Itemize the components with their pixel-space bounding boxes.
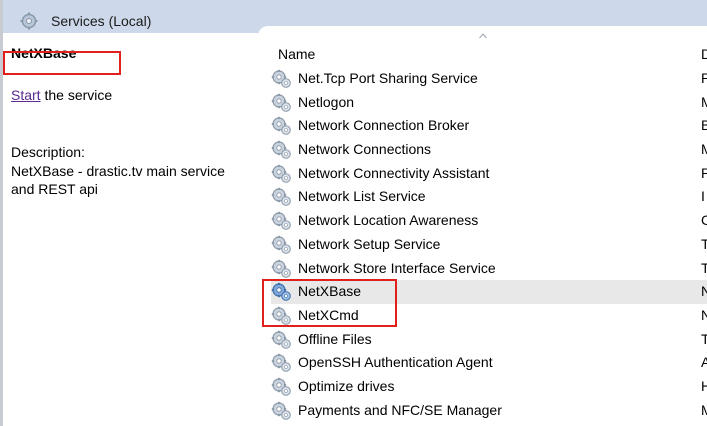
service-name: OpenSSH Authentication Agent [298,354,493,371]
service-gear-icon [271,235,293,255]
services-list: Net.Tcp Port Sharing Service P Netlogon M … [271,67,707,422]
service-name: Payments and NFC/SE Manager [298,401,502,418]
service-gear-icon [271,330,293,350]
service-gear-icon [271,401,293,421]
service-row[interactable]: Network Connectivity Assistant P [271,162,707,186]
start-link-highlight [3,51,121,75]
service-row[interactable]: Netlogon M [271,91,707,115]
service-description-cell: M [701,93,707,110]
service-name: Network Setup Service [298,235,441,252]
service-gear-icon [271,211,293,231]
service-description-cell: P [701,70,707,86]
service-gear-icon [271,69,293,89]
service-gear-icon [271,93,293,113]
service-description-cell: C [701,212,707,229]
column-header-description[interactable]: D [701,46,707,62]
netx-services-highlight [262,279,397,327]
service-row[interactable]: Network Store Interface Service T [271,257,707,281]
service-row[interactable]: Optimize drives H [271,375,707,399]
start-service-link[interactable]: Start [11,87,41,103]
description-text: NetXBase - drastic.tv main service and R… [11,163,225,197]
service-gear-icon [271,116,293,136]
service-description-cell: M [701,401,707,418]
service-description-cell: M [701,141,707,158]
service-name: Network Connections [298,141,432,158]
service-row[interactable]: Network Connection Broker B [271,114,707,138]
service-row[interactable]: Network List Service I [271,185,707,209]
start-service-suffix: the service [40,87,113,103]
service-gear-icon [271,377,293,397]
service-description-cell: B [701,117,707,134]
service-description-cell: T [701,235,707,252]
service-description-cell: N [701,306,707,323]
service-name: Network List Service [298,188,426,205]
service-row[interactable]: Payments and NFC/SE Manager M [271,399,707,423]
column-header-name[interactable]: Name [278,46,315,62]
service-gear-icon [271,140,293,160]
service-name: Network Location Awareness [298,212,479,229]
service-name: Optimize drives [298,377,395,394]
service-row[interactable]: Network Location Awareness C [271,209,707,233]
service-description-cell: T [701,259,707,276]
extended-details-pane: NetXBase Start the service Description: … [3,33,258,426]
service-name: Netlogon [298,93,355,110]
service-gear-icon [271,187,293,207]
start-service-line: Start the service [11,87,112,103]
sort-ascending-icon [479,33,487,39]
service-description-cell: P [701,164,707,181]
pane-title: Services (Local) [51,13,152,29]
service-name: Network Store Interface Service [298,259,496,276]
service-gear-icon [271,164,293,184]
service-row[interactable]: Net.Tcp Port Sharing Service P [271,67,707,91]
service-row[interactable]: Network Setup Service T [271,233,707,257]
service-name: Network Connectivity Assistant [298,164,490,181]
service-row[interactable]: Offline Files T [271,328,707,352]
gear-icon [19,11,39,31]
service-row[interactable]: OpenSSH Authentication Agent A [271,351,707,375]
service-gear-icon [271,353,293,373]
service-description-cell: H [701,377,707,394]
description-label: Description: [11,144,85,160]
service-gear-icon [271,259,293,279]
service-description-cell: I [701,188,705,205]
service-row[interactable]: Network Connections M [271,138,707,162]
service-description-cell: N [701,283,707,300]
service-description-cell: T [701,330,707,347]
service-name: Network Connection Broker [298,117,470,134]
service-name: Offline Files [298,330,372,347]
service-description-cell: A [701,354,707,371]
service-name: Net.Tcp Port Sharing Service [298,70,478,86]
